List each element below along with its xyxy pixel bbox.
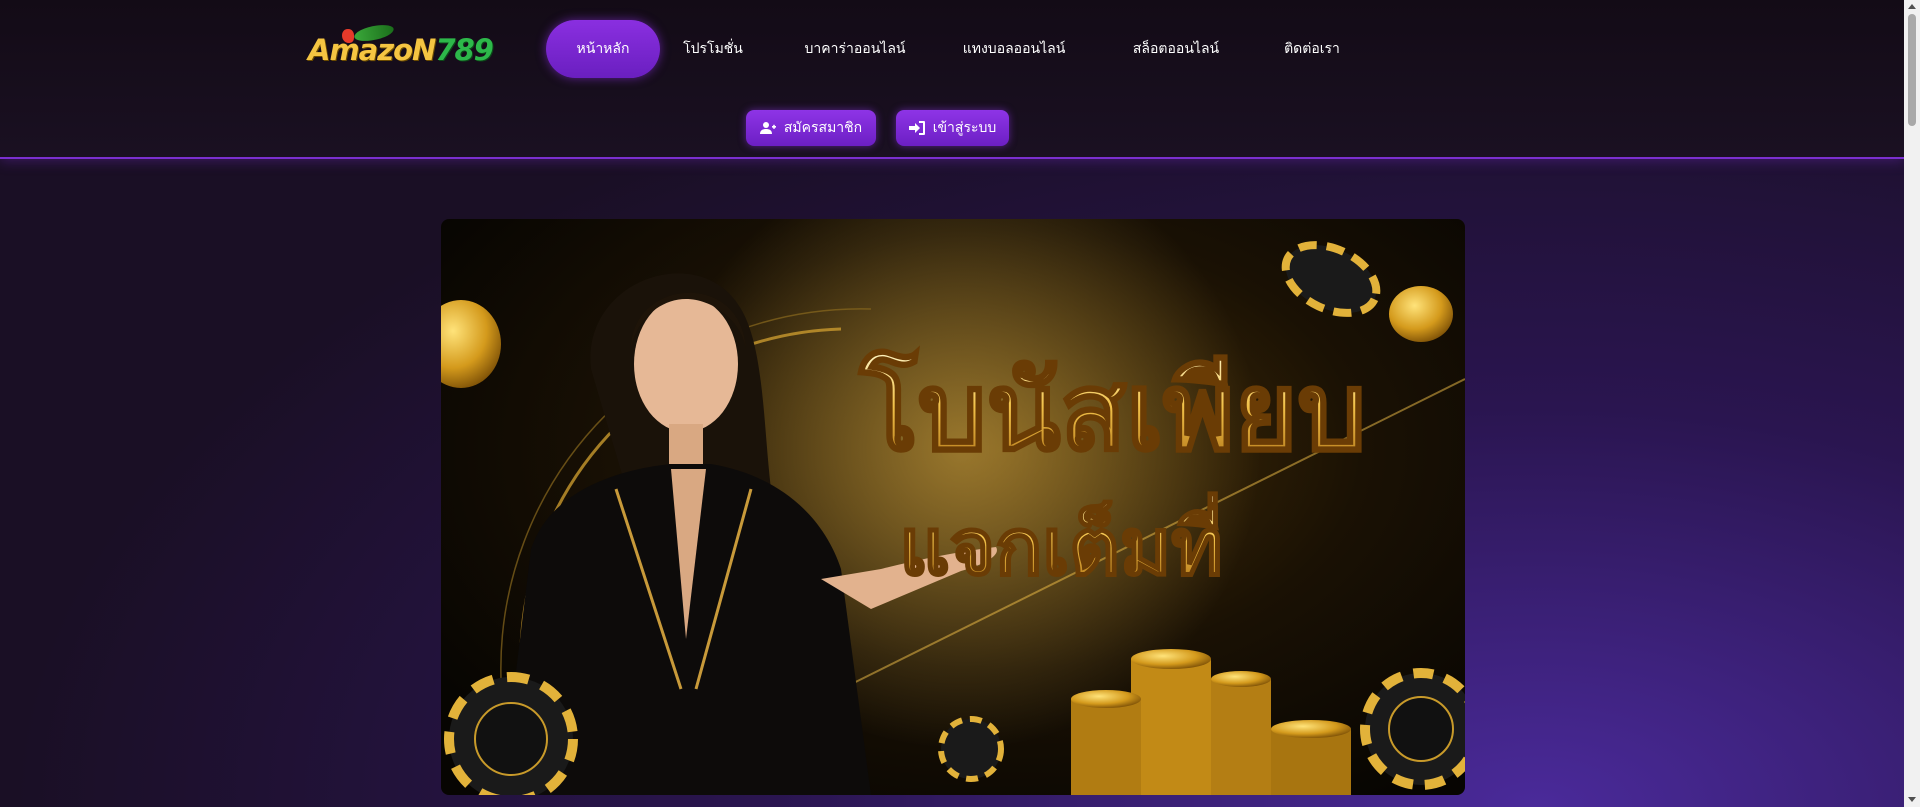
nav-slot[interactable]: สล็อตออนไลน์: [1116, 20, 1236, 78]
login-button[interactable]: เข้าสู่ระบบ: [896, 110, 1009, 146]
scroll-down-icon[interactable]: [1908, 797, 1916, 802]
promo-banner[interactable]: โบนัสเพียบ แจกเต็มที่: [441, 219, 1465, 795]
nav-baccarat[interactable]: บาคาร่าออนไลน์: [792, 20, 918, 78]
nav-label: แทงบอลออนไลน์: [962, 41, 1066, 57]
promo-banner-art: โบนัสเพียบ แจกเต็มที่: [441, 219, 1465, 795]
scrollbar-thumb[interactable]: [1908, 14, 1916, 126]
scroll-up-icon[interactable]: [1908, 4, 1916, 9]
nav-football[interactable]: แทงบอลออนไลน์: [924, 20, 1104, 78]
nav-contact[interactable]: ติดต่อเรา: [1262, 20, 1362, 78]
nav-label: ติดต่อเรา: [1284, 41, 1340, 57]
register-label: สมัครสมาชิก: [783, 120, 863, 136]
nav-label: สล็อตออนไลน์: [1132, 41, 1220, 57]
banner-headline: โบนัสเพียบ: [859, 349, 1366, 475]
logo-number: 789: [435, 33, 494, 67]
parrot-icon: [342, 29, 354, 43]
site-header: AmazoN789 หน้าหลัก โปรโมชั่น บาคาร่าออนไ…: [0, 0, 1904, 159]
nav-home[interactable]: หน้าหลัก: [546, 20, 660, 78]
nav-label: โปรโมชั่น: [683, 41, 743, 57]
login-label: เข้าสู่ระบบ: [932, 120, 997, 136]
register-button[interactable]: สมัครสมาชิก: [746, 110, 876, 146]
user-plus-icon: [759, 122, 776, 134]
banner-subline: แจกเต็มที่: [899, 492, 1222, 593]
sign-in-icon: [908, 121, 925, 135]
site-logo[interactable]: AmazoN789: [308, 23, 494, 74]
nav-label: บาคาร่าออนไลน์: [804, 41, 906, 57]
nav-promotion[interactable]: โปรโมชั่น: [673, 20, 753, 78]
nav-label: หน้าหลัก: [576, 41, 630, 57]
page-scrollbar[interactable]: [1904, 0, 1920, 807]
